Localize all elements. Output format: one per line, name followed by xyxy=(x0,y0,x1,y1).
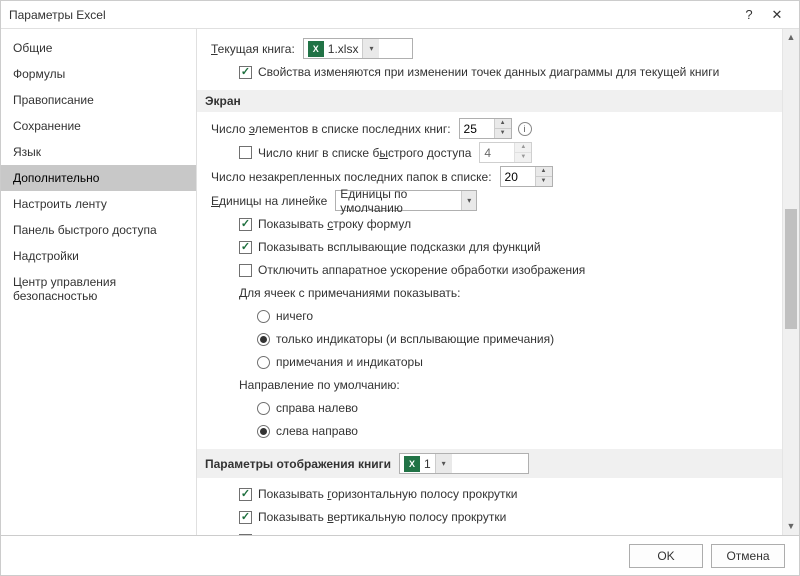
window-title: Параметры Excel xyxy=(9,8,735,22)
chart-props-label: Свойства изменяются при изменении точек … xyxy=(258,65,719,79)
sidebar: ОбщиеФормулыПравописаниеСохранениеЯзыкДо… xyxy=(1,29,197,535)
direction-radio[interactable] xyxy=(257,425,270,438)
quick-access-spinner: ▲▼ xyxy=(479,142,532,163)
ruler-units-label: Единицы на линейке xyxy=(211,194,327,208)
formula-bar-checkbox[interactable] xyxy=(239,218,252,231)
v-scroll-label: Показывать вертикальную полосу прокрутки xyxy=(258,510,506,524)
comments-option-label: ничего xyxy=(276,309,313,323)
recent-count-label: Число элементов в списке последних книг: xyxy=(211,122,451,136)
chevron-down-icon: ▾ xyxy=(435,454,452,473)
current-workbook-combo[interactable]: X 1.xlsx ▾ xyxy=(303,38,413,59)
tabs-label: Показывать ярлычки листов xyxy=(258,533,415,535)
sidebar-item[interactable]: Язык xyxy=(1,139,196,165)
scroll-up-icon[interactable]: ▲ xyxy=(783,29,799,46)
ruler-units-combo[interactable]: Единицы по умолчанию ▾ xyxy=(335,190,477,211)
excel-icon: X xyxy=(404,456,420,472)
recent-count-spinner[interactable]: ▲▼ xyxy=(459,118,512,139)
cancel-button[interactable]: Отмена xyxy=(711,544,785,568)
tooltips-checkbox[interactable] xyxy=(239,241,252,254)
sidebar-item[interactable]: Формулы xyxy=(1,61,196,87)
footer: OK Отмена xyxy=(1,535,799,575)
section-screen: Экран xyxy=(197,90,782,112)
sidebar-item[interactable]: Правописание xyxy=(1,87,196,113)
scrollbar[interactable]: ▲ ▼ xyxy=(782,29,799,535)
workbook-combo[interactable]: X 1 ▾ xyxy=(399,453,529,474)
sidebar-item[interactable]: Настроить ленту xyxy=(1,191,196,217)
sidebar-item[interactable]: Общие xyxy=(1,35,196,61)
scroll-down-icon[interactable]: ▼ xyxy=(783,518,799,535)
unpinned-spinner[interactable]: ▲▼ xyxy=(500,166,553,187)
main-wrap: Текущая книга: X 1.xlsx ▾ Свойства измен… xyxy=(197,29,799,535)
direction-option-label: слева направо xyxy=(276,424,358,438)
titlebar: Параметры Excel ? ✕ xyxy=(1,1,799,29)
tabs-checkbox[interactable] xyxy=(239,534,252,536)
sidebar-item[interactable]: Центр управления безопасностью xyxy=(1,269,196,309)
main-panel: Текущая книга: X 1.xlsx ▾ Свойства измен… xyxy=(197,29,782,535)
close-button[interactable]: ✕ xyxy=(763,7,791,23)
sidebar-item[interactable]: Сохранение xyxy=(1,113,196,139)
help-button[interactable]: ? xyxy=(735,7,763,22)
direction-option-label: справа налево xyxy=(276,401,358,415)
current-workbook-label: Текущая книга: xyxy=(211,42,295,56)
comments-label: Для ячеек с примечаниями показывать: xyxy=(239,286,461,300)
formula-bar-label: Показывать строку формул xyxy=(258,217,411,231)
v-scroll-checkbox[interactable] xyxy=(239,511,252,524)
direction-label: Направление по умолчанию: xyxy=(239,378,400,392)
hw-accel-label: Отключить аппаратное ускорение обработки… xyxy=(258,263,585,277)
section-workbook: Параметры отображения книги X 1 ▾ xyxy=(197,449,782,478)
direction-radio[interactable] xyxy=(257,402,270,415)
comments-option-label: только индикаторы (и всплывающие примеча… xyxy=(276,332,554,346)
hw-accel-checkbox[interactable] xyxy=(239,264,252,277)
sidebar-item[interactable]: Надстройки xyxy=(1,243,196,269)
scroll-thumb[interactable] xyxy=(785,209,797,329)
h-scroll-checkbox[interactable] xyxy=(239,488,252,501)
excel-icon: X xyxy=(308,41,324,57)
content: ОбщиеФормулыПравописаниеСохранениеЯзыкДо… xyxy=(1,29,799,535)
unpinned-label: Число незакрепленных последних папок в с… xyxy=(211,170,492,184)
chevron-down-icon: ▾ xyxy=(362,39,379,58)
comments-radio[interactable] xyxy=(257,356,270,369)
tooltips-label: Показывать всплывающие подсказки для фун… xyxy=(258,240,541,254)
comments-radio[interactable] xyxy=(257,333,270,346)
spinner-arrows[interactable]: ▲▼ xyxy=(494,119,511,138)
comments-radio[interactable] xyxy=(257,310,270,323)
sidebar-item[interactable]: Дополнительно xyxy=(1,165,196,191)
chart-props-checkbox[interactable] xyxy=(239,66,252,79)
recent-count-input[interactable] xyxy=(460,119,490,138)
current-workbook-value: 1.xlsx xyxy=(328,42,359,56)
sidebar-item[interactable]: Панель быстрого доступа xyxy=(1,217,196,243)
ok-button[interactable]: OK xyxy=(629,544,703,568)
quick-access-label: Число книг в списке быстрого доступа xyxy=(258,146,471,160)
comments-option-label: примечания и индикаторы xyxy=(276,355,423,369)
chevron-down-icon: ▾ xyxy=(461,191,476,210)
quick-access-checkbox[interactable] xyxy=(239,146,252,159)
h-scroll-label: Показывать горизонтальную полосу прокрут… xyxy=(258,487,517,501)
info-icon[interactable]: i xyxy=(518,122,532,136)
